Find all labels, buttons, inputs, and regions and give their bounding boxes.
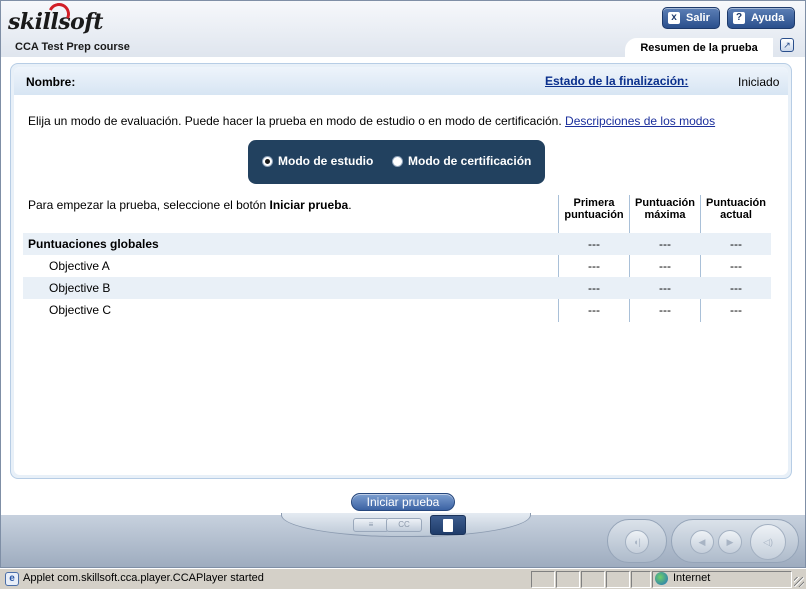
table-row-objective-c: Objective C --- --- ---: [23, 299, 771, 321]
table-row-global-scores: Puntuaciones globales --- --- ---: [23, 233, 771, 255]
internet-explorer-icon: e: [5, 572, 19, 586]
max-score-cell: ---: [659, 281, 671, 295]
transcript-icon[interactable]: ≡: [353, 518, 389, 532]
help-button[interactable]: ? Ayuda: [727, 7, 795, 29]
status-slot: [531, 571, 555, 588]
max-score-cell: ---: [659, 303, 671, 317]
study-mode-radio[interactable]: [262, 155, 273, 167]
audio-icon[interactable]: ◖|: [625, 530, 649, 554]
close-icon: x: [668, 12, 680, 24]
status-slot: [631, 571, 651, 588]
row-label: Objective B: [49, 281, 111, 295]
next-icon[interactable]: ▶: [718, 530, 742, 554]
mode-instructions: Elija un modo de evaluación. Puede hacer…: [28, 114, 715, 128]
audio-control-group: ◖|: [607, 519, 667, 563]
certification-mode-radio[interactable]: [392, 155, 403, 167]
study-mode-label: Modo de estudio: [278, 154, 374, 168]
previous-icon[interactable]: ◀: [690, 530, 714, 554]
max-score-cell: ---: [659, 259, 671, 273]
captions-icon[interactable]: CC: [386, 518, 422, 532]
resize-grip-icon[interactable]: [794, 577, 804, 587]
start-hint: Para empezar la prueba, seleccione el bo…: [28, 198, 352, 212]
internet-zone-globe-icon: [655, 572, 668, 585]
start-hint-button-name: Iniciar prueba: [269, 198, 349, 212]
current-score-cell: ---: [730, 303, 742, 317]
navigation-control-group: ◀ ▶ ◁): [671, 519, 799, 563]
first-score-cell: ---: [588, 303, 600, 317]
mode-selector: Modo de estudio Modo de certificación: [248, 140, 545, 184]
player-window: skillsoft x Salir ? Ayuda CCA Test Prep …: [0, 0, 806, 568]
first-score-cell: ---: [588, 259, 600, 273]
help-button-label: Ayuda: [751, 12, 785, 24]
first-score-cell: ---: [588, 281, 600, 295]
max-score-cell: ---: [659, 237, 671, 251]
completion-status-link[interactable]: Estado de la finalización:: [545, 74, 688, 88]
skillsoft-logo: skillsoft: [8, 1, 103, 35]
content-panel: Nombre: Estado de la finalización: Inici…: [14, 67, 788, 475]
detach-window-icon[interactable]: ↗: [780, 38, 794, 52]
first-score-cell: ---: [588, 237, 600, 251]
browser-status-bar: e Applet com.skillsoft.cca.player.CCAPla…: [0, 568, 806, 589]
header: skillsoft x Salir ? Ayuda CCA Test Prep …: [1, 1, 805, 58]
certification-mode-label: Modo de certificación: [408, 154, 532, 168]
row-label: Objective A: [49, 259, 110, 273]
table-row-objective-a: Objective A --- --- ---: [23, 255, 771, 277]
summary-header-bar: Nombre: Estado de la finalización: Inici…: [14, 67, 788, 95]
exit-button-label: Salir: [686, 12, 710, 24]
help-icon: ?: [733, 12, 745, 24]
name-label: Nombre:: [26, 75, 76, 89]
status-slot: [606, 571, 630, 588]
start-test-button[interactable]: Iniciar prueba: [351, 493, 455, 511]
row-label: Puntuaciones globales: [28, 237, 159, 251]
completion-status-value: Iniciado: [738, 75, 780, 89]
column-header-max-score: Puntuación máxima: [635, 197, 695, 221]
row-label: Objective C: [49, 303, 112, 317]
column-header-current-score: Puntuación actual: [706, 197, 766, 221]
current-score-cell: ---: [730, 259, 742, 273]
status-slot: [581, 571, 605, 588]
status-message: Applet com.skillsoft.cca.player.CCAPlaye…: [23, 572, 264, 584]
mode-descriptions-link[interactable]: Descripciones de los modos: [565, 114, 715, 128]
current-score-cell: ---: [730, 281, 742, 295]
current-score-cell: ---: [730, 237, 742, 251]
exit-button[interactable]: x Salir: [662, 7, 720, 29]
status-slot: [556, 571, 580, 588]
player-controls-bar: ≡ CC ◖| ◀ ▶ ◁): [1, 513, 805, 567]
volume-icon[interactable]: ◁): [750, 524, 786, 560]
mode-instructions-text: Elija un modo de evaluación. Puede hacer…: [28, 114, 562, 128]
column-header-first-score: Primera puntuación: [564, 197, 624, 221]
document-icon[interactable]: [430, 515, 466, 535]
content-panel-frame: Nombre: Estado de la finalización: Inici…: [10, 63, 792, 479]
table-row-objective-b: Objective B --- --- ---: [23, 277, 771, 299]
course-title: CCA Test Prep course: [15, 41, 130, 53]
certification-mode-option[interactable]: Modo de certificación: [392, 154, 531, 168]
tab-test-summary[interactable]: Resumen de la prueba: [625, 38, 773, 58]
study-mode-option[interactable]: Modo de estudio: [262, 154, 373, 168]
security-zone-label: Internet: [673, 572, 711, 584]
